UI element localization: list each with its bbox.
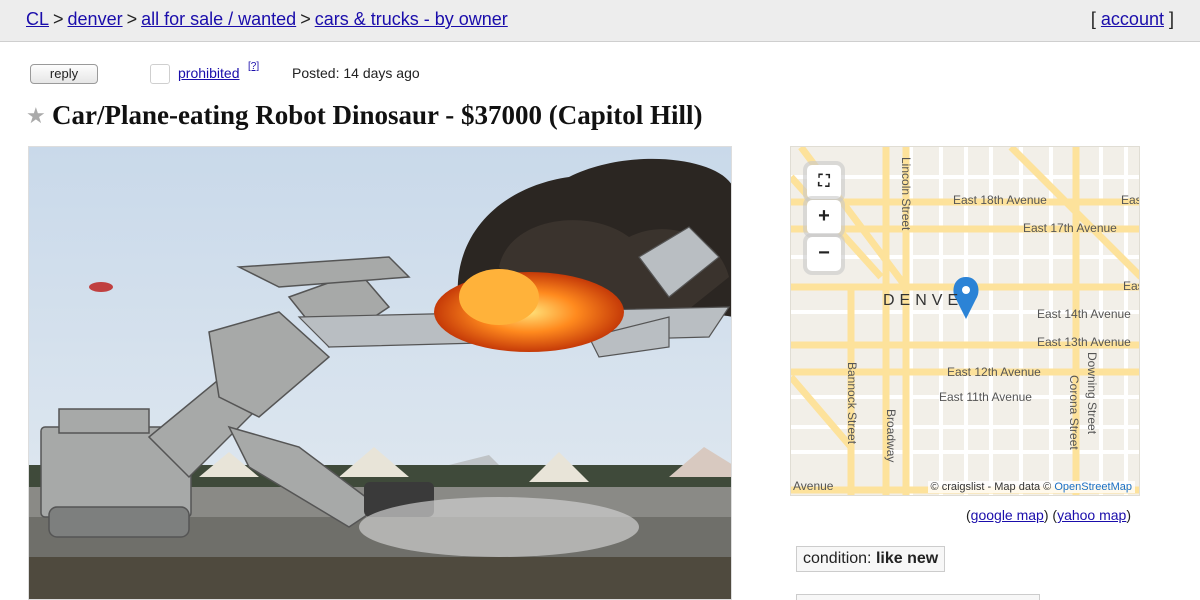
account-bracket-close: ] [1168,9,1174,29]
street-label: East 13th Avenue [1037,335,1131,349]
street-label: East 11th Avenue [939,390,1032,404]
breadcrumb-separator: > [53,9,64,29]
robot-dinosaur-photo [29,147,731,599]
prohibited-flag-link[interactable]: prohibited [178,65,240,81]
breadcrumb-separator: > [300,9,311,29]
street-label: Lincoln Street [899,157,913,231]
street-label: Broadway [884,409,898,463]
breadcrumb-cl-link[interactable]: CL [26,9,49,29]
street-label: Bannock Street [845,362,859,445]
breadcrumb-separator: > [126,9,138,29]
location-map[interactable]: East 18th Avenue Eas East 17th Avenue Ea… [790,146,1140,496]
breadcrumb: CL > denver > all for sale / wanted > cars & t… [26,9,508,30]
street-label: East 17th Avenue [1023,221,1117,235]
zoom-in-button[interactable]: + [807,200,841,234]
flag-help-link[interactable]: [?] [248,61,259,72]
street-label: Downing Street [1085,352,1099,435]
star-icon[interactable]: ★ [26,103,46,129]
fullscreen-button[interactable]: ⛶ [807,165,841,199]
posting-photo[interactable] [28,146,732,600]
condition-attribute: condition: like new [796,546,946,572]
posted-value: 14 days ago [343,65,420,81]
street-label: Eas [1121,193,1140,207]
street-label: Corona Street [1067,375,1081,450]
google-map-link[interactable]: google map [971,507,1044,523]
openstreetmap-link[interactable]: OpenStreetMap [1054,481,1132,493]
reply-button[interactable]: reply [30,64,98,84]
street-label: East 18th Avenue [953,193,1047,207]
map-attribution: © craigslist - Map data © OpenStreetMap [927,481,1135,493]
yahoo-map-link[interactable]: yahoo map [1057,507,1126,523]
posted-label: Posted: [292,65,340,81]
flag-checkbox[interactable] [150,64,170,84]
zoom-out-button[interactable]: − [807,237,841,271]
street-label: Avenue [793,479,834,493]
breadcrumb-bar: CL > denver > all for sale / wanted > cars & t… [0,0,1200,42]
breadcrumb-section-link[interactable]: all for sale / wanted [141,9,296,29]
attribution-text: © craigslist - Map data © [930,481,1052,493]
street-label: Eas [1123,279,1139,293]
street-label: East 14th Avenue [1037,307,1131,321]
breadcrumb-city-link[interactable]: denver [68,9,123,29]
account-bracket-open: [ [1090,9,1096,29]
attribute-group-box [796,594,1040,600]
condition-label: condition: [803,550,872,567]
condition-value: like new [875,550,939,567]
map-links: (google map) (yahoo map) [966,507,1132,523]
posting-title: Car/Plane-eating Robot Dinosaur - $37000… [52,100,703,130]
street-label: East 12th Avenue [947,365,1041,379]
account-link[interactable]: account [1101,9,1164,29]
city-label: DENVE [883,292,964,309]
account-area: [ account ] [1091,9,1174,30]
breadcrumb-category-link[interactable]: cars & trucks - by owner [315,9,508,29]
posted-date: Posted: 14 days ago [292,65,420,81]
